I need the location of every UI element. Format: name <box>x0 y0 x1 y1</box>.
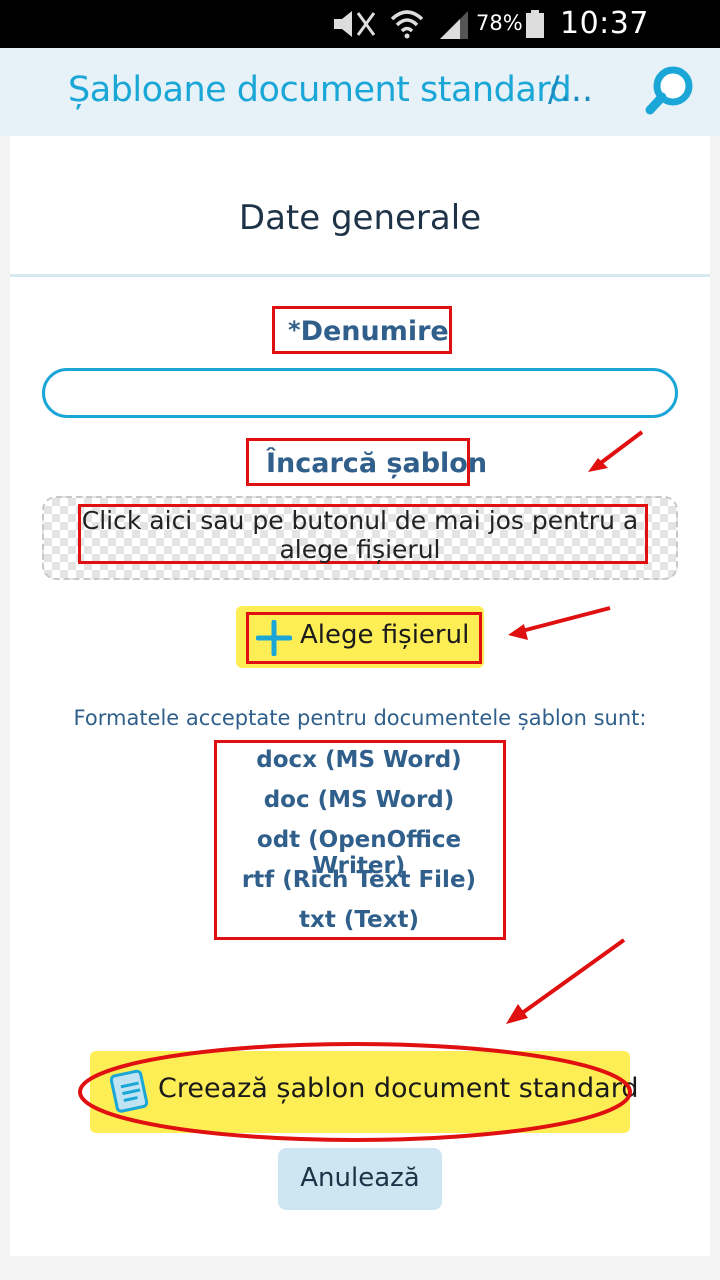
search-icon <box>645 66 693 115</box>
signal-icon <box>440 11 468 39</box>
battery-percent: 78% <box>476 11 523 35</box>
page-title[interactable]: Șabloane document standard <box>68 70 572 110</box>
section-divider <box>10 274 710 277</box>
section-title: Date generale <box>238 198 482 238</box>
name-label-text: Denumire <box>300 316 449 347</box>
annotation-box <box>246 612 482 664</box>
format-item: doc (MS Word) <box>263 787 455 813</box>
format-item: rtf (Rich Text File) <box>241 867 477 893</box>
formats-intro: Formatele acceptate pentru documentele ș… <box>73 706 647 730</box>
form-card: Date generale *Denumire Încarcă șablon C… <box>10 136 710 1256</box>
dropzone-text: Click aici sau pe butonul de mai jos pen… <box>81 506 639 564</box>
status-bar: 78% 10:37 a.m. <box>0 0 720 76</box>
breadcrumb[interactable]: /... <box>548 70 593 110</box>
name-input[interactable] <box>42 368 678 418</box>
cancel-button[interactable]: Anulează <box>278 1148 442 1210</box>
wifi-icon <box>390 10 424 39</box>
search-button[interactable] <box>640 62 700 122</box>
name-label: *Denumire <box>288 316 449 347</box>
battery-icon <box>526 10 544 38</box>
annotation-ellipse <box>78 1042 632 1142</box>
status-icons <box>330 8 470 40</box>
cancel-label: Anulează <box>300 1163 420 1193</box>
required-asterisk: * <box>288 316 301 344</box>
upload-label: Încarcă șablon <box>266 448 488 479</box>
format-item: txt (Text) <box>299 907 419 933</box>
format-item: docx (MS Word) <box>256 747 462 773</box>
annotation-arrow <box>508 606 611 640</box>
annotation-arrow <box>506 938 626 1024</box>
mute-icon <box>334 11 376 37</box>
annotation-arrow <box>588 430 644 472</box>
app-header: Șabloane document standard /... <box>0 48 720 136</box>
